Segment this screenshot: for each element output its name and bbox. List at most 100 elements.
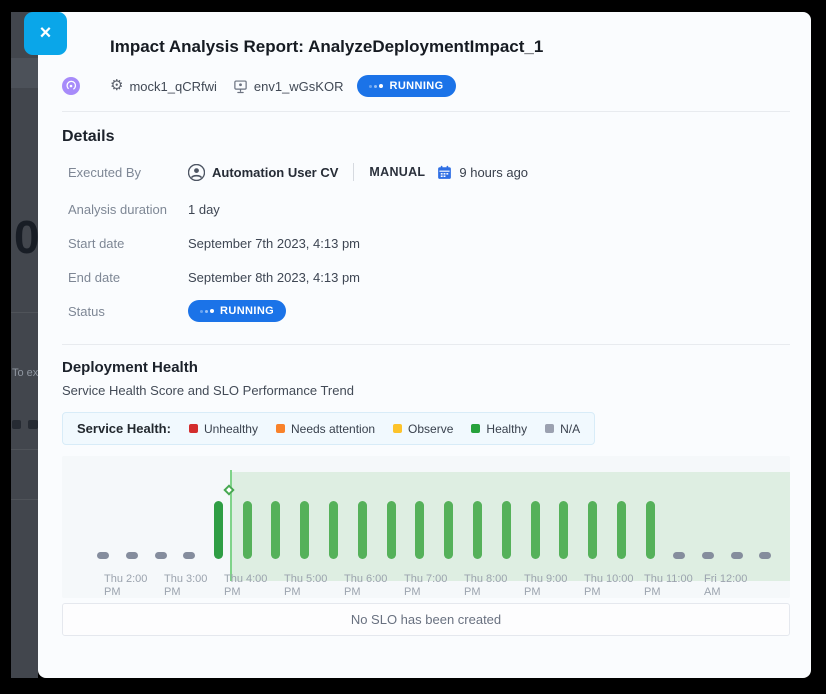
report-meta-row: ⚙ mock1_qCRfwi env1_wGsKOR RUNNING [62,75,790,97]
health-bar-fri-1-00-am[interactable] [731,552,743,559]
running-dots-icon [200,309,214,313]
x-axis-label: Thu 6:00PM [344,573,406,598]
deployment-health-subheading: Service Health Score and SLO Performance… [62,383,790,398]
trigger-type: MANUAL [369,165,425,179]
health-bar-thu-10-00-pm[interactable] [559,501,568,559]
environment-meta: env1_wGsKOR [233,79,344,94]
x-axis-label: Thu 3:00PM [164,573,226,598]
details-rows: Executed By Automation User CV MANUAL [68,155,790,328]
x-axis-label: Thu 9:00PM [524,573,586,598]
service-avatar-icon [62,77,80,95]
health-bar-thu-6-00-pm[interactable] [329,501,338,559]
health-bar-thu-8-30-pm[interactable] [473,501,482,559]
environment-icon [233,79,248,94]
service-health-legend: Service Health: UnhealthyNeeds attention… [62,412,595,445]
legend-label: Healthy [486,422,527,436]
user-avatar-icon [188,164,205,181]
dimmed-page-backdrop: 0 To exp [11,12,38,678]
health-bar-thu-2-00-pm[interactable] [97,552,109,559]
backdrop-panel-fragment [11,58,38,88]
health-bar-thu-7-30-pm[interactable] [415,501,424,559]
health-bar-thu-4-30-pm[interactable] [243,501,252,559]
health-bar-thu-3-00-pm[interactable] [155,552,167,559]
row-value: 1 day [188,202,220,217]
detail-row: End date September 8th 2023, 4:13 pm [68,260,790,294]
details-heading: Details [62,126,790,147]
executed-by-user: Automation User CV [212,165,338,180]
report-title: Impact Analysis Report: AnalyzeDeploymen… [110,26,790,58]
row-label: End date [68,270,188,285]
x-axis-label: Fri 12:00AM [704,573,766,598]
row-label: Executed By [68,165,188,180]
x-axis-label: Thu 5:00PM [284,573,346,598]
legend-swatch-icon [276,424,285,433]
x-axis-label: Thu 7:00PM [404,573,466,598]
legend-swatch-icon [471,424,480,433]
backdrop-divider [11,449,38,450]
backdrop-chip [12,420,21,429]
vertical-divider [353,163,354,181]
environment-name: env1_wGsKOR [254,79,344,94]
legend-swatch-icon [545,424,554,433]
row-label: Status [68,304,188,319]
section-divider [62,344,790,345]
slo-empty-message: No SLO has been created [351,612,501,627]
row-value: September 8th 2023, 4:13 pm [188,270,360,285]
x-axis-label: Thu 2:00PM [104,573,166,598]
legend-label: Needs attention [291,422,375,436]
legend-swatch-icon [189,424,198,433]
gear-icon: ⚙ [110,78,123,94]
health-bar-thu-6-30-pm[interactable] [358,501,367,559]
health-bar-thu-7-00-pm[interactable] [387,501,396,559]
deployment-health-heading: Deployment Health [62,358,790,377]
backdrop-chip [28,420,38,429]
health-bar-thu-10-30-pm[interactable] [588,501,597,559]
health-bar-thu-11-30-pm[interactable] [646,501,655,559]
health-bar-fri-12-00-am[interactable] [673,552,685,559]
legend-item: Needs attention [276,422,375,436]
health-bar-thu-4-00-pm[interactable] [214,501,223,559]
status-badge: RUNNING [188,300,286,322]
legend-item: N/A [545,422,580,436]
executed-time: 9 hours ago [459,165,528,180]
row-label: Analysis duration [68,202,188,217]
status-badge: RUNNING [357,75,455,97]
detail-row: Start date September 7th 2023, 4:13 pm [68,226,790,260]
backdrop-count-fragment: 0 [14,210,38,264]
row-label: Start date [68,236,188,251]
x-axis-label: Thu 8:00PM [464,573,526,598]
executed-by-row: Executed By Automation User CV MANUAL [68,155,790,189]
x-axis-label: Thu 10:00PM [584,573,646,598]
legend-label: Observe [408,422,453,436]
health-chart: Thu 2:00PMThu 3:00PMThu 4:00PMThu 5:00PM… [62,456,790,598]
health-bar-thu-5-00-pm[interactable] [271,501,280,559]
legend-label: N/A [560,422,580,436]
health-bar-thu-9-00-pm[interactable] [502,501,511,559]
health-bar-thu-2-30-pm[interactable] [126,552,138,559]
health-bar-thu-8-00-pm[interactable] [444,501,453,559]
backdrop-text-fragment: To exp [12,367,38,379]
status-row: Status RUNNING [68,294,790,328]
health-bar-thu-5-30-pm[interactable] [300,501,309,559]
impact-analysis-drawer: Impact Analysis Report: AnalyzeDeploymen… [38,12,811,678]
legend-swatch-icon [393,424,402,433]
header-divider [62,111,790,112]
legend-item: Observe [393,422,453,436]
legend-item: Unhealthy [189,422,258,436]
health-bar-fri-1-30-am[interactable] [759,552,771,559]
backdrop-divider [11,499,38,500]
close-drawer-button[interactable]: × [24,12,67,55]
health-bar-thu-11-00-pm[interactable] [617,501,626,559]
slo-empty-state: No SLO has been created [62,603,790,636]
status-badge-label: RUNNING [220,305,274,317]
row-value: September 7th 2023, 4:13 pm [188,236,360,251]
detail-row: Analysis duration 1 day [68,192,790,226]
running-dots-icon [369,84,383,88]
backdrop-divider [11,312,38,313]
health-bar-fri-12-30-am[interactable] [702,552,714,559]
pipeline-name: mock1_qCRfwi [129,79,216,94]
health-bar-thu-3-30-pm[interactable] [183,552,195,559]
health-bar-thu-9-30-pm[interactable] [531,501,540,559]
x-axis-label: Thu 11:00PM [644,573,706,598]
status-badge-label: RUNNING [389,80,443,92]
